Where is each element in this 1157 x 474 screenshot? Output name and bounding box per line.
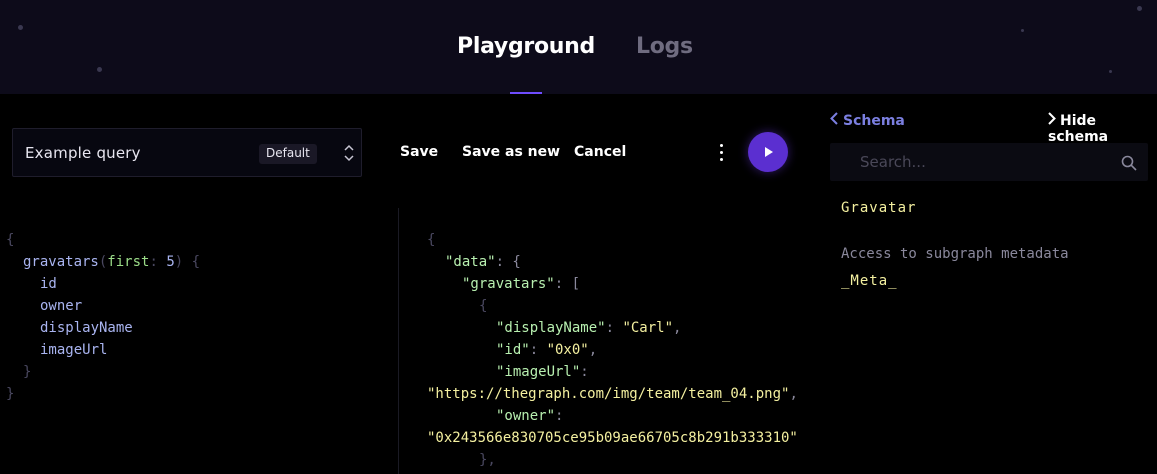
decor-dot [97,67,102,72]
query-name: Example query [25,144,141,162]
code-line: } [6,386,15,402]
json-string: "0x243566e830705ce95b09ae66705c8b291b333… [427,430,798,446]
json-key: "owner" [496,408,556,424]
chevron-up-down-icon[interactable] [341,141,357,165]
json-string: "0x0" [546,342,589,358]
schema-search-input[interactable] [860,152,1100,172]
code-line: gravatars(first: 5) { [23,251,200,273]
json-line: "id": "0x0", [496,339,597,361]
json-key: "displayName" [496,320,606,336]
schema-back-label: Schema [843,113,905,129]
schema-type-gravatar[interactable]: Gravatar [841,200,916,216]
chevron-left-icon [830,112,838,125]
json-string: "https://thegraph.com/img/team/team_04.p… [427,386,790,402]
json-punc: , [789,386,798,402]
schema-search-box [830,143,1148,181]
json-punc: : { [495,254,521,270]
tab-logs[interactable]: Logs [636,34,693,59]
arg-token: first [107,254,150,270]
paren: ) { [174,254,201,270]
code-line: } [23,364,32,380]
schema-type-meta[interactable]: _Meta_ [841,273,898,289]
code-line: id [40,276,57,292]
top-nav: Playground Logs [0,0,1157,94]
json-punc: , [588,342,598,358]
hide-schema-label: Hide schema [1048,113,1109,145]
json-key: "data" [445,254,496,270]
brace: { [6,232,15,248]
run-query-button[interactable] [748,132,788,172]
cancel-button[interactable]: Cancel [574,144,626,160]
code-line: { [6,229,14,251]
json-key: "imageUrl" [496,364,581,380]
json-line: "https://thegraph.com/img/team/team_04.p… [427,383,798,405]
hide-schema-button[interactable]: Hide schema [1048,112,1157,145]
code-line: displayName [40,320,133,336]
active-tab-indicator [510,92,542,94]
json-line: "0x243566e830705ce95b09ae66705c8b291b333… [427,427,798,449]
field-token: gravatars [23,254,99,270]
json-punc: : [580,364,589,380]
save-as-new-button[interactable]: Save as new [462,144,560,160]
pane-divider[interactable] [398,208,399,474]
json-punc: , [673,320,682,336]
json-punc: : [ [554,276,581,292]
decor-dot [1021,29,1024,32]
decor-dot [1137,6,1142,11]
play-icon [765,147,773,157]
json-line: "displayName": "Carl", [496,317,681,339]
schema-back-link[interactable]: Schema [830,112,905,129]
number-token: 5 [166,254,175,270]
colon: : [149,254,167,270]
chevron-right-icon [1048,112,1056,125]
json-line: "imageUrl": [496,361,589,383]
search-icon[interactable] [1121,155,1137,171]
code-line: owner [40,298,83,314]
json-line: "gravatars": [ [462,273,580,295]
json-punc: : [529,342,547,358]
json-line: "data": { [445,251,521,273]
decor-dot [1109,70,1112,73]
json-line: { [427,232,436,248]
json-line: "owner": [496,405,563,427]
default-badge: Default [259,144,317,164]
decor-dot [18,25,23,30]
schema-meta-description: Access to subgraph metadata [841,246,1069,262]
json-key: "id" [496,342,530,358]
json-string: "Carl" [622,320,674,336]
json-key: "gravatars" [462,276,555,292]
kebab-icon[interactable] [716,142,728,164]
json-punc: : [555,408,564,424]
save-button[interactable]: Save [400,144,438,160]
json-line: }, [479,452,496,468]
json-punc: : [605,320,623,336]
code-line: imageUrl [40,342,108,358]
json-line: { [479,298,488,314]
tab-playground[interactable]: Playground [457,34,595,59]
query-selector[interactable]: Example query Default [12,128,362,177]
